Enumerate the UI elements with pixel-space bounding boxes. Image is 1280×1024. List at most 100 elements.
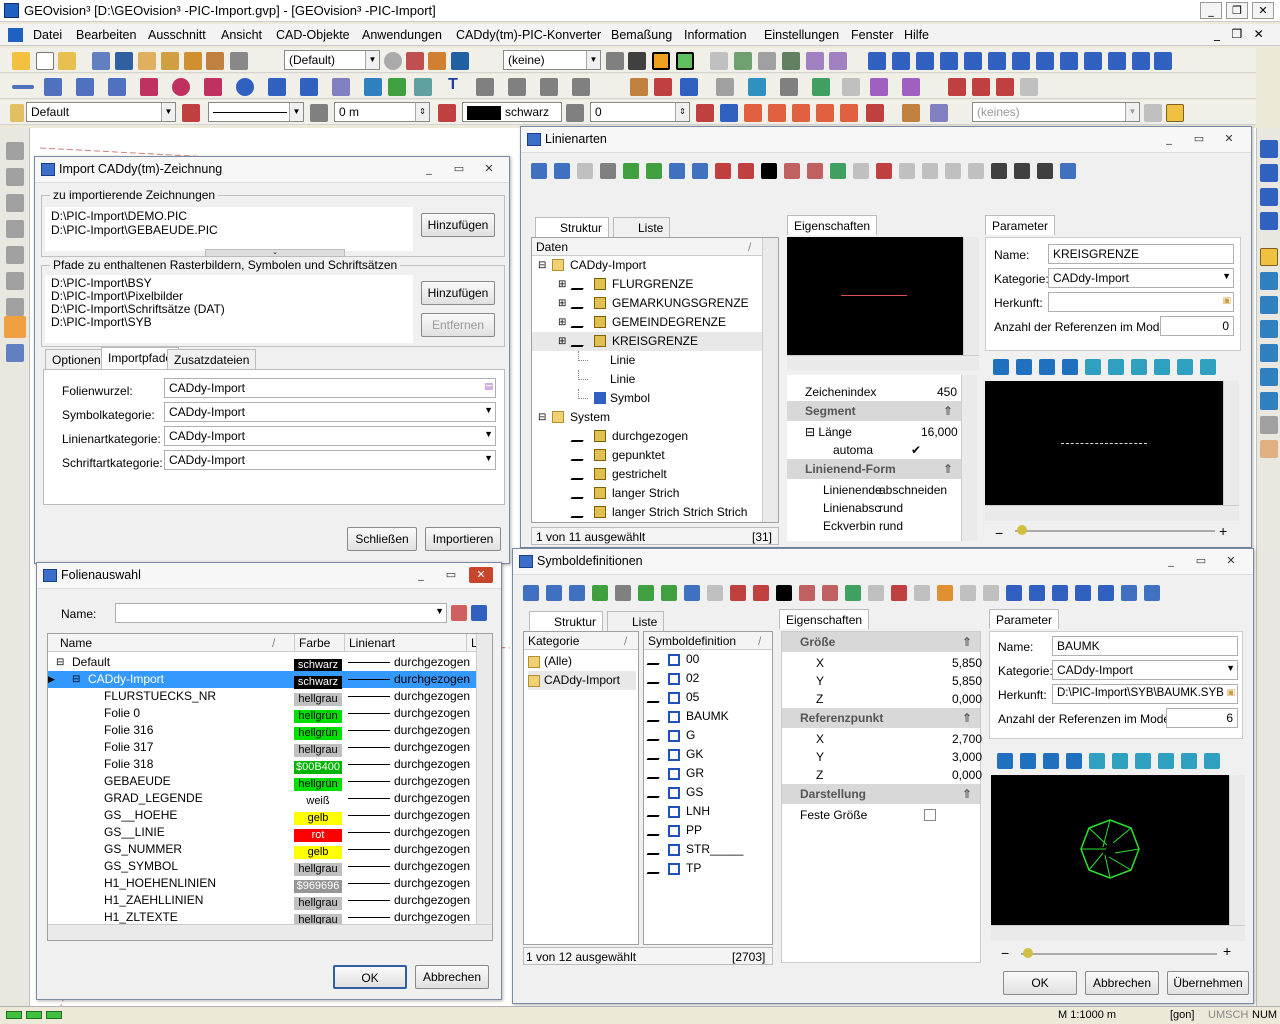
toolbar-icon[interactable] (899, 163, 915, 179)
kat-item-alle[interactable]: (Alle) (528, 652, 572, 671)
info-icon-3[interactable] (916, 52, 934, 70)
frame-green-icon[interactable] (676, 52, 694, 70)
modify-icon-10[interactable] (902, 78, 920, 96)
col-farbe[interactable]: Farbe (294, 634, 330, 652)
import-button[interactable]: Importieren (425, 527, 501, 551)
polyline-icon[interactable] (44, 78, 62, 96)
folie-row[interactable]: Folie 0 hellgrün durchgezogen (48, 705, 478, 723)
height-icon[interactable] (310, 104, 328, 122)
close-dialog-button[interactable]: Schließen (347, 527, 417, 551)
grid-icon[interactable] (710, 52, 728, 70)
folie-linetype[interactable]: durchgezogen (394, 773, 470, 790)
side-icon-8[interactable] (6, 344, 24, 362)
toolbar-icon[interactable] (1098, 585, 1114, 601)
prop-zeichenindex-value[interactable]: 450 (937, 383, 957, 401)
attr-icon-5[interactable] (816, 104, 834, 122)
tools-icon[interactable] (161, 52, 179, 70)
toolbar-icon[interactable] (1177, 359, 1193, 375)
delete-icon-3[interactable] (996, 78, 1014, 96)
symbol-list-item[interactable]: PP (646, 821, 770, 840)
toolbar-icon[interactable] (1006, 585, 1022, 601)
sym-kategorie-list[interactable]: Kategorie / (Alle) CADdy-Import (523, 631, 639, 945)
lin-zoom-out-icon[interactable]: − (995, 525, 1003, 541)
folie-linetype[interactable]: durchgezogen (394, 671, 470, 688)
toolbar-icon[interactable] (531, 163, 547, 179)
stack-icon[interactable] (206, 52, 224, 70)
spline-icon[interactable] (108, 78, 126, 96)
toolbar-icon[interactable] (1121, 585, 1137, 601)
prop-automa-checkbox[interactable]: ✔ (911, 441, 921, 459)
symbol-list-item[interactable]: 05 (646, 688, 770, 707)
angle-icon[interactable] (566, 104, 584, 122)
snap-off-icon[interactable] (628, 52, 646, 70)
info-icon-11[interactable] (1108, 52, 1126, 70)
folie-row[interactable]: GRAD_LEGENDE weiß durchgezogen (48, 790, 478, 808)
lin-preview-hscroll[interactable] (787, 355, 979, 371)
section-groesse[interactable]: Größe ⇑ (782, 632, 980, 652)
color-prop-icon[interactable] (438, 104, 456, 122)
menu-hilfe[interactable]: Hilfe (904, 28, 929, 42)
print-icon[interactable] (230, 52, 248, 70)
filter-options-icon[interactable] (471, 605, 487, 621)
hatch-icon[interactable] (300, 78, 318, 96)
add-path-button[interactable]: Hinzufügen (421, 281, 495, 305)
info-icon-8[interactable] (1036, 52, 1054, 70)
sym-zoom-slider[interactable] (1021, 953, 1217, 955)
toolbar-icon[interactable] (799, 585, 815, 601)
toolbar-icon[interactable] (546, 585, 562, 601)
folien-hscroll[interactable] (48, 924, 492, 940)
menu-caddy-pic[interactable]: CADdy(tm)-PIC-Konverter (456, 28, 601, 42)
attr-icon-8[interactable] (902, 104, 920, 122)
maximize-button[interactable]: ❐ (1226, 2, 1248, 19)
toolbar-icon[interactable] (1144, 585, 1160, 601)
info-icon-2[interactable] (892, 52, 910, 70)
toolbar-icon[interactable] (1131, 359, 1147, 375)
col-name[interactable]: Name (60, 634, 92, 652)
keines-combo[interactable]: (keines) ▼ (972, 102, 1140, 122)
attr-icon-7[interactable] (866, 104, 884, 122)
hand-icon[interactable] (428, 52, 446, 70)
angle-input[interactable]: 0 ⇕ (590, 102, 690, 122)
folie-row[interactable]: ⊟ Default schwarz durchgezogen (48, 654, 478, 672)
toolbar-icon[interactable] (638, 585, 654, 601)
layers-icon[interactable] (184, 52, 202, 70)
folie-row[interactable]: H1_HOEHENLINIEN $969696 durchgezogen (48, 875, 478, 893)
toolbar-icon[interactable] (1158, 753, 1174, 769)
close-button[interactable]: ✕ (1252, 2, 1274, 19)
attr-icon-11[interactable] (1166, 104, 1184, 122)
sym-tab-parameter[interactable]: Parameter (989, 609, 1060, 629)
symbol-icon[interactable] (364, 78, 382, 96)
lin-tab-liste[interactable]: Liste (613, 217, 671, 237)
size-x-value[interactable]: 5,850 (952, 654, 982, 672)
symbol-list-item[interactable]: 02 (646, 669, 770, 688)
zoom-in-icon[interactable] (1260, 368, 1278, 386)
toolbar-icon[interactable] (937, 585, 953, 601)
pan-icon[interactable] (1260, 440, 1278, 458)
lin-zoom-thumb[interactable] (1017, 525, 1027, 535)
section-segment[interactable]: Segment ⇑ (787, 401, 961, 421)
lin-tree-node[interactable]: ⊞ GEMARKUNGSGRENZE (532, 294, 762, 313)
folie-linetype[interactable]: durchgezogen (394, 875, 470, 892)
globe-icon[interactable] (384, 52, 402, 70)
folie-linetype[interactable]: durchgezogen (394, 688, 470, 705)
area-icon[interactable] (829, 52, 847, 70)
kat-item-caddy[interactable]: CADdy-Import (528, 671, 636, 690)
lin-zoom-in-icon[interactable]: + (1219, 523, 1227, 539)
sym-name-input[interactable]: BAUMK (1052, 636, 1238, 656)
toolbar-icon[interactable] (646, 163, 662, 179)
side-icon-6[interactable] (6, 272, 24, 290)
toolbar-icon[interactable] (922, 163, 938, 179)
nav-icon-2[interactable] (1260, 164, 1278, 182)
style-combo[interactable]: (Default) ▼ (284, 50, 380, 70)
lin-tree-node[interactable]: ⊟ CADdy-Import (532, 256, 762, 275)
zoom-icon-4[interactable] (1260, 344, 1278, 362)
nav-icon-3[interactable] (1260, 188, 1278, 206)
modify-icon-4[interactable] (716, 78, 734, 96)
height-input[interactable]: 0 m ⇕ (334, 102, 430, 122)
toolbar-icon[interactable] (960, 585, 976, 601)
menu-information[interactable]: Information (684, 28, 747, 42)
sym-3d-hscroll[interactable] (991, 925, 1245, 941)
insert-icon[interactable] (388, 78, 406, 96)
zoom-active-icon[interactable] (1260, 248, 1278, 266)
stamp-icon[interactable] (138, 52, 156, 70)
